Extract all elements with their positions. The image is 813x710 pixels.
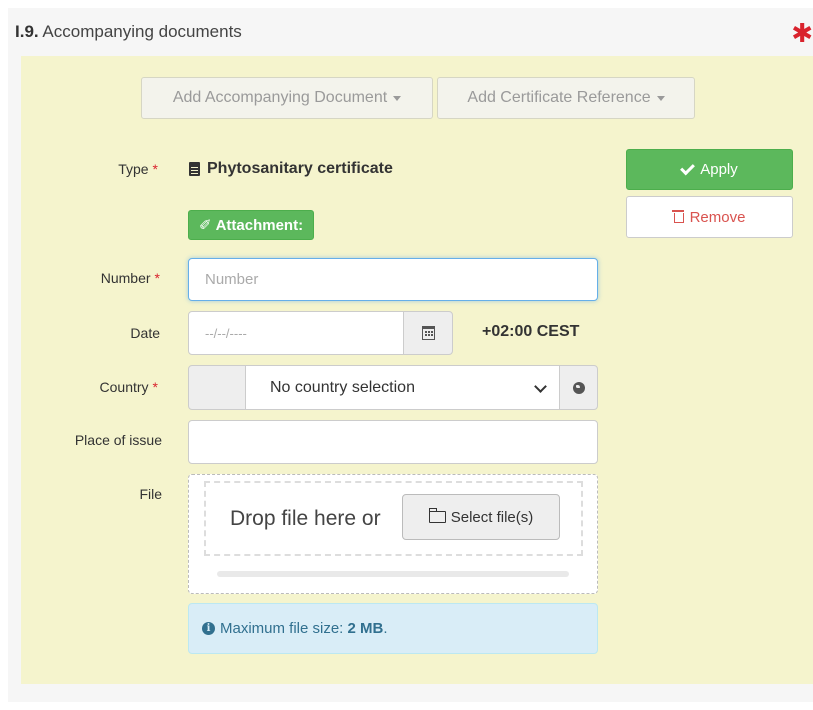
add-accompanying-document-button[interactable]: Add Accompanying Document bbox=[141, 77, 433, 119]
drop-file-text: Drop file here or bbox=[230, 507, 381, 530]
number-field-wrapper bbox=[188, 258, 598, 301]
chevron-down-icon bbox=[534, 380, 547, 393]
file-text-icon bbox=[189, 162, 200, 176]
date-label-text: Date bbox=[130, 325, 160, 341]
section-number: I.9. bbox=[15, 22, 39, 41]
timezone-text: +02:00 CEST bbox=[482, 323, 580, 340]
place-of-issue-label: Place of issue bbox=[22, 432, 162, 448]
place-of-issue-input[interactable] bbox=[189, 421, 597, 463]
required-marker: * bbox=[154, 270, 160, 286]
globe-icon bbox=[572, 381, 585, 394]
add-certificate-reference-label: Add Certificate Reference bbox=[467, 89, 651, 106]
country-select[interactable]: No country selection bbox=[245, 365, 560, 410]
apply-button[interactable]: Apply bbox=[626, 149, 793, 190]
date-label: Date bbox=[20, 325, 160, 341]
place-of-issue-label-text: Place of issue bbox=[74, 432, 162, 448]
caret-down-icon bbox=[393, 95, 402, 101]
check-icon bbox=[680, 160, 696, 175]
remove-label: Remove bbox=[689, 208, 746, 226]
max-size-value: 2 MB bbox=[347, 620, 384, 637]
country-label-text: Country bbox=[99, 379, 149, 395]
type-value: Phytosanitary certificate bbox=[189, 160, 393, 178]
file-label: File bbox=[22, 486, 162, 502]
remove-button[interactable]: Remove bbox=[626, 196, 793, 238]
paperclip-icon: ✐ bbox=[199, 217, 212, 234]
number-input[interactable] bbox=[189, 259, 597, 300]
add-accompanying-document-label: Add Accompanying Document bbox=[172, 89, 388, 106]
select-files-button[interactable]: Select file(s) bbox=[402, 494, 560, 540]
add-certificate-reference-button[interactable]: Add Certificate Reference bbox=[437, 77, 695, 119]
max-size-suffix: . bbox=[383, 620, 388, 637]
required-marker: * bbox=[152, 161, 158, 177]
type-value-text: Phytosanitary certificate bbox=[207, 160, 393, 177]
calendar-button[interactable] bbox=[403, 311, 453, 355]
upload-progress-bar bbox=[217, 571, 569, 577]
number-label-text: Number bbox=[100, 270, 151, 286]
folder-open-icon bbox=[428, 508, 446, 523]
max-file-size-alert: i Maximum file size: 2 MB. bbox=[188, 603, 598, 654]
date-field-wrapper bbox=[188, 311, 404, 355]
info-circle-icon: i bbox=[202, 622, 215, 635]
trash-icon bbox=[671, 210, 684, 223]
section-title: I.9. Accompanying documents bbox=[15, 22, 242, 42]
country-flag-box bbox=[188, 365, 246, 410]
place-of-issue-wrapper bbox=[188, 420, 598, 464]
country-selected-value: No country selection bbox=[270, 378, 415, 396]
country-label: Country * bbox=[18, 379, 158, 395]
select-files-label: Select file(s) bbox=[450, 508, 534, 526]
caret-down-icon bbox=[656, 95, 665, 101]
section-title-text: Accompanying documents bbox=[42, 22, 242, 41]
number-label: Number * bbox=[20, 270, 160, 286]
max-size-prefix: Maximum file size: bbox=[220, 620, 348, 637]
apply-label: Apply bbox=[700, 161, 738, 178]
globe-button[interactable] bbox=[559, 365, 598, 410]
file-label-text: File bbox=[139, 486, 162, 502]
date-input[interactable] bbox=[189, 312, 403, 354]
attachment-badge-text: Attachment: bbox=[215, 216, 304, 234]
required-asterisk-icon: ✱ bbox=[791, 18, 813, 48]
required-marker: * bbox=[152, 379, 158, 395]
type-label-text: Type bbox=[118, 161, 149, 177]
type-label: Type * bbox=[18, 161, 158, 177]
calendar-icon bbox=[421, 326, 435, 340]
attachment-badge: ✐ Attachment: bbox=[188, 210, 315, 240]
